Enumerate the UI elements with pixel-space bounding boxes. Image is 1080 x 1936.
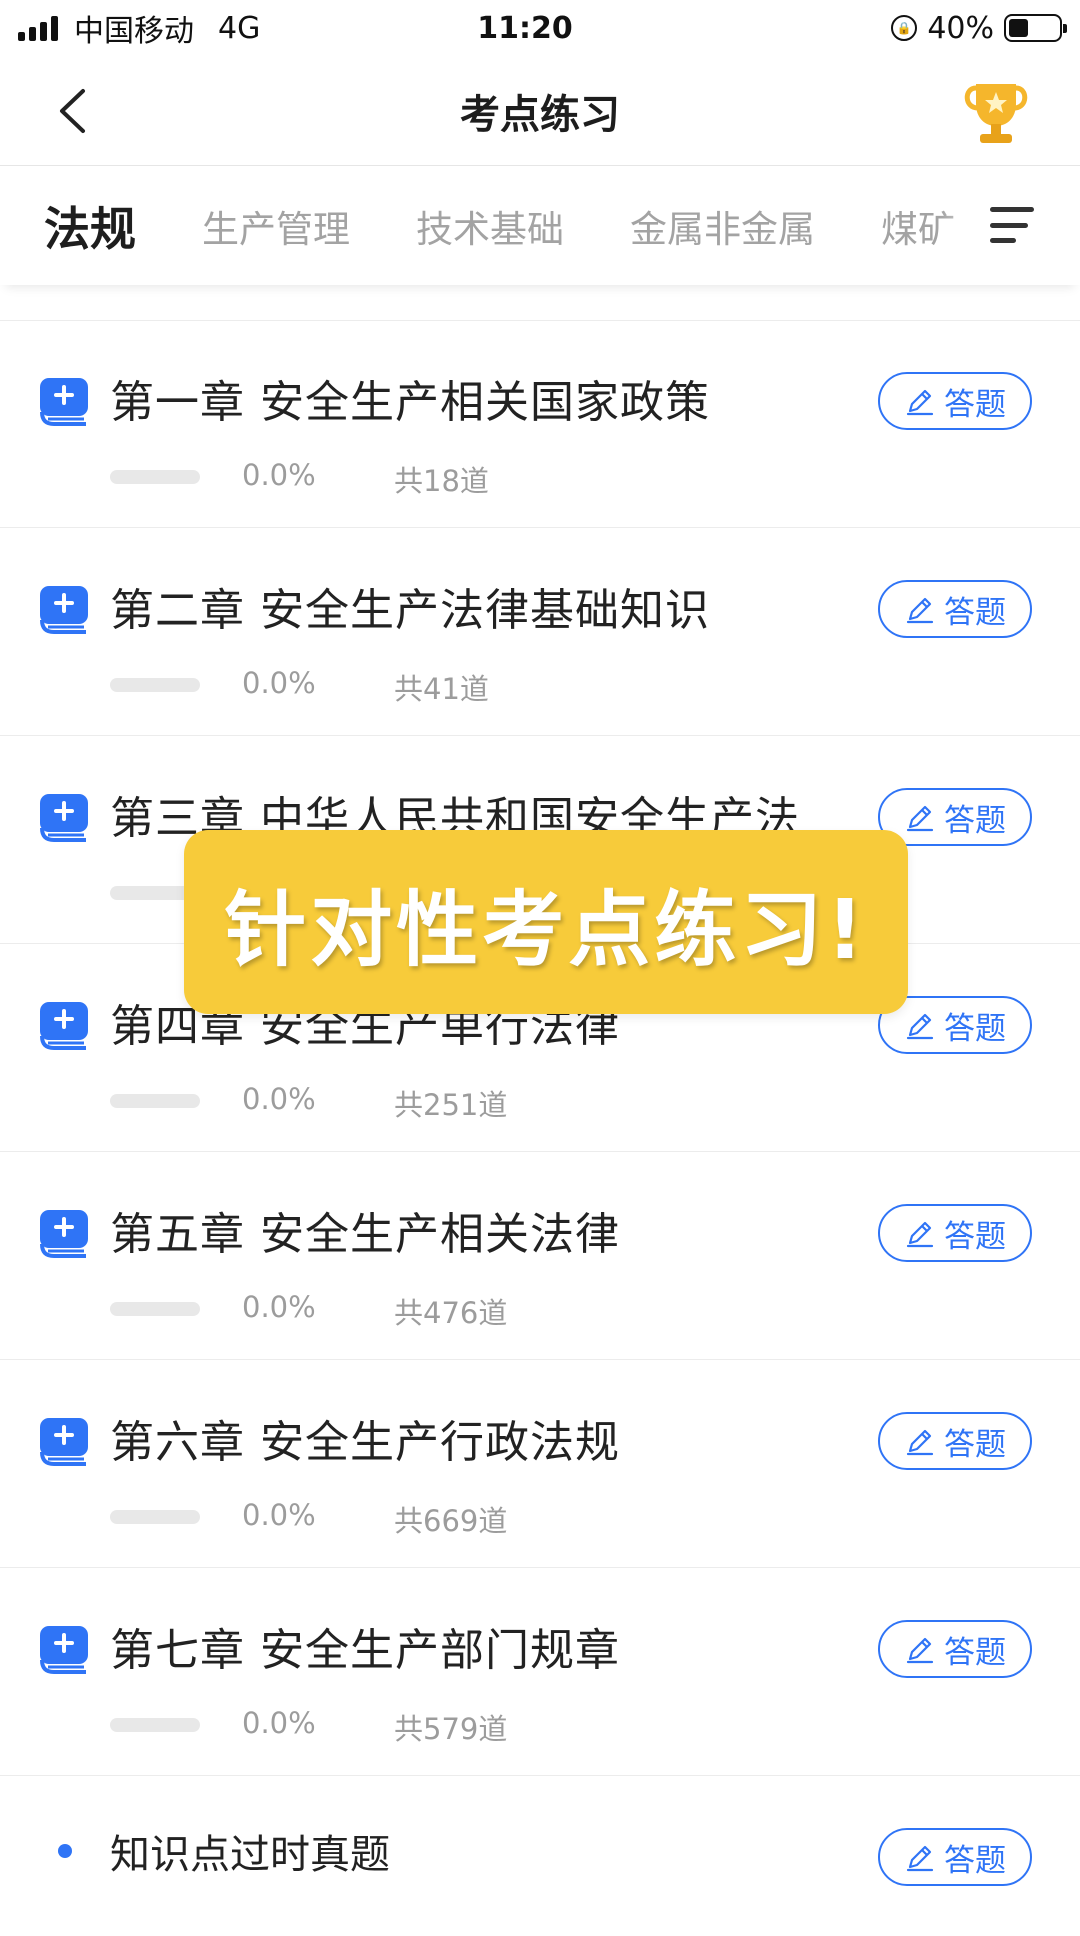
answer-button[interactable]: 答题 [878,1620,1032,1678]
chapter-row[interactable]: 第六章 安全生产行政法规 0.0% 共669道 答题 [0,1360,1080,1568]
network-label: 4G [218,10,261,46]
page-title: 考点练习 [460,91,620,138]
battery-icon [1004,14,1067,42]
edit-pen-icon [906,1013,934,1040]
question-count: 共669道 [394,1504,508,1538]
trophy-icon [964,84,1028,143]
carrier-label: 中国移动 [74,14,194,49]
chapter-title: 第六章 安全生产行政法规 [110,1417,620,1468]
battery-percent: 40% [927,10,994,46]
answer-button[interactable]: 答题 [878,372,1032,430]
question-count: 共476道 [394,1296,508,1330]
chapter-book-icon [40,1210,88,1258]
chapter-title: 第七章 安全生产部门规章 [110,1625,620,1676]
progress-percent: 0.0% [242,1082,316,1116]
menu-icon [990,207,1034,212]
progress-percent: 0.0% [242,1290,316,1324]
progress-percent: 0.0% [242,1498,316,1532]
promo-banner: 针对性考点练习! [184,830,908,1014]
rotation-lock-icon: 🔒 [891,15,918,41]
category-tabs: 法规 生产管理 技术基础 金属非金属 煤矿 [0,167,1080,285]
question-count: 共579道 [394,1712,508,1746]
answer-button[interactable]: 答题 [878,1204,1032,1262]
progress-bar [110,1302,200,1316]
signal-icon [18,15,58,41]
edit-pen-icon [906,1845,934,1872]
answer-button-label: 答题 [944,1842,1006,1879]
answer-button-label: 答题 [944,386,1006,423]
answer-button-label: 答题 [944,594,1006,631]
question-count: 共41道 [394,672,489,706]
progress-bar [110,470,200,484]
answer-button-label: 答题 [944,802,1006,839]
clock: 11:20 [477,10,573,46]
chevron-left-icon [60,89,85,133]
progress-percent: 0.0% [242,1706,316,1740]
chapter-book-icon [40,1418,88,1466]
edit-pen-icon [906,597,934,624]
menu-button[interactable] [990,207,1034,243]
progress-bar [110,678,200,692]
chapter-book-icon [40,586,88,634]
tab-regulations[interactable]: 法规 [44,193,136,259]
edit-pen-icon [906,1637,934,1664]
progress-bar [110,1510,200,1524]
promo-banner-text: 针对性考点练习! [224,882,868,978]
chapter-row[interactable]: 第二章 安全生产法律基础知识 0.0% 共41道 答题 [0,528,1080,736]
edit-pen-icon [906,1429,934,1456]
progress-percent: 0.0% [242,458,316,492]
battery-fill [1009,19,1029,37]
tab-metal-nonmetal[interactable]: 金属非金属 [630,199,815,253]
question-count: 共18道 [394,464,489,498]
chapter-book-icon [40,794,88,842]
chapter-book-icon [40,1626,88,1674]
question-count: 共251道 [394,1088,508,1122]
chapter-list: 第一章 安全生产相关国家政策 0.0% 共18道 答题 第二章 安全生产法律基础知识 0.… [0,320,1080,1936]
status-right: 🔒 40% [642,10,1067,46]
trophy-button[interactable] [958,74,1034,150]
knowledge-point-row[interactable]: 知识点过时真题 答题 [0,1776,1080,1936]
progress-bar [110,1094,200,1108]
chapter-title: 第五章 安全生产相关法律 [110,1209,620,1260]
menu-icon-line [990,238,1016,243]
back-button[interactable] [48,86,96,136]
answer-button-label: 答题 [944,1010,1006,1047]
chapter-title: 第一章 安全生产相关国家政策 [110,377,710,428]
status-left: 中国移动 4G [18,6,438,50]
chapter-title: 第二章 安全生产法律基础知识 [110,585,710,636]
chapter-book-icon [40,1002,88,1050]
nav-bar: 考点练习 [0,56,1080,166]
chapter-book-icon [40,378,88,426]
chapter-row[interactable]: 第五章 安全生产相关法律 0.0% 共476道 答题 [0,1152,1080,1360]
tab-production-management[interactable]: 生产管理 [202,199,350,253]
answer-button[interactable]: 答题 [878,580,1032,638]
progress-percent: 0.0% [242,666,316,700]
tab-technical-basics[interactable]: 技术基础 [416,199,564,253]
status-bar: 中国移动 4G 11:20 🔒 40% [0,0,1080,56]
chapter-row[interactable]: 第七章 安全生产部门规章 0.0% 共579道 答题 [0,1568,1080,1776]
answer-button-label: 答题 [944,1426,1006,1463]
answer-button-label: 答题 [944,1634,1006,1671]
answer-button-label: 答题 [944,1218,1006,1255]
answer-button[interactable]: 答题 [878,1412,1032,1470]
menu-icon-line [990,222,1028,228]
edit-pen-icon [906,805,934,832]
edit-pen-icon [906,389,934,416]
bullet-dot-icon [58,1844,72,1858]
answer-button[interactable]: 答题 [878,1828,1032,1886]
chapter-row[interactable]: 第一章 安全生产相关国家政策 0.0% 共18道 答题 [0,320,1080,528]
progress-bar [110,1718,200,1732]
knowledge-point-title: 知识点过时真题 [110,1832,390,1878]
edit-pen-icon [906,1221,934,1248]
